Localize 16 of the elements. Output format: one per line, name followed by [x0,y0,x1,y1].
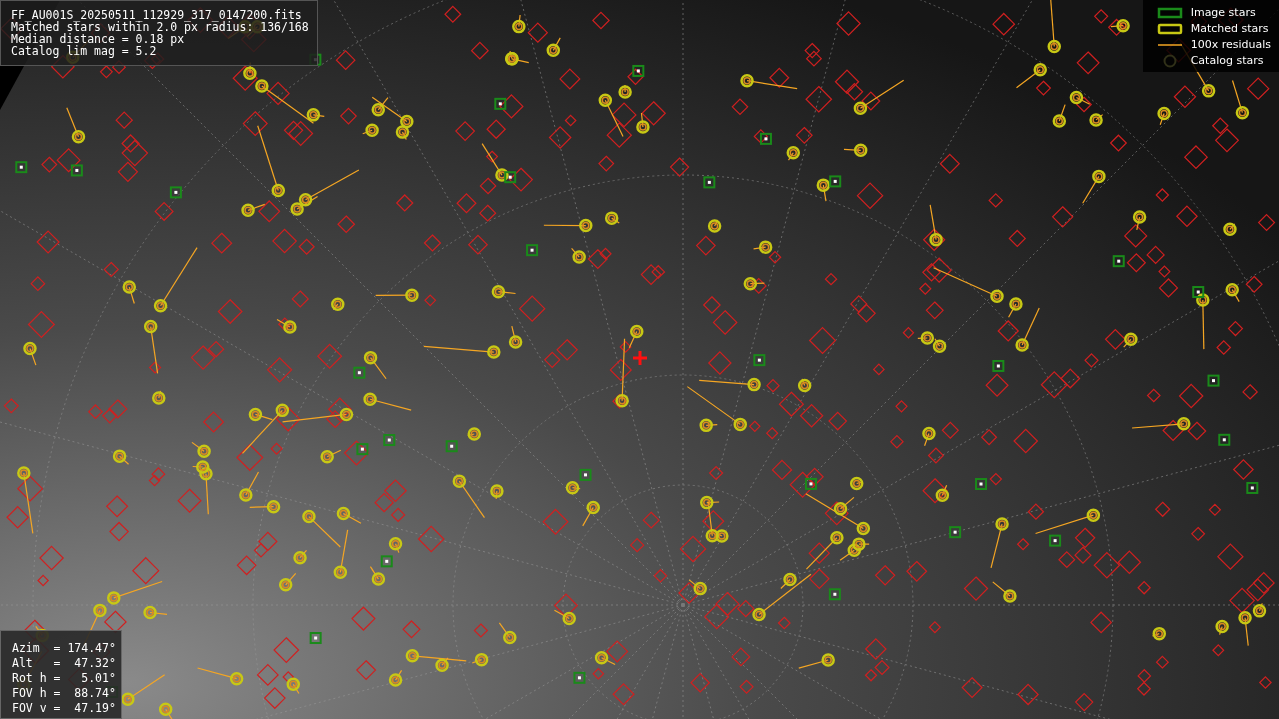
info-text: Catalog lim mag = 5.2 [11,45,158,57]
pointing-text: FOV v = 47.19° [12,701,117,716]
info-text: Median distance = 0.18 px [11,33,185,45]
legend-label: Catalog stars [1190,54,1264,68]
info-text: FF_AU001S_20250511_112929_317_0147200.fits [11,9,303,21]
pointing-text: FOV h = 88.74° [12,686,117,701]
cross-marker-icon [633,351,647,365]
pointing-text: Alt = 47.32° [12,656,117,671]
legend-label: Matched stars [1190,22,1269,36]
pointing-text: Azim = 174.47° [12,641,117,656]
square-outline-icon [1156,6,1183,20]
pointing-text: Rot h = 5.01° [12,671,117,686]
legend-label: Image stars [1190,6,1256,20]
info-text: Matched stars within 2.0 px radius: 136/168 [11,21,307,33]
rectangle-outline-icon [1156,22,1183,36]
legend-label: 100x residuals [1190,38,1271,52]
